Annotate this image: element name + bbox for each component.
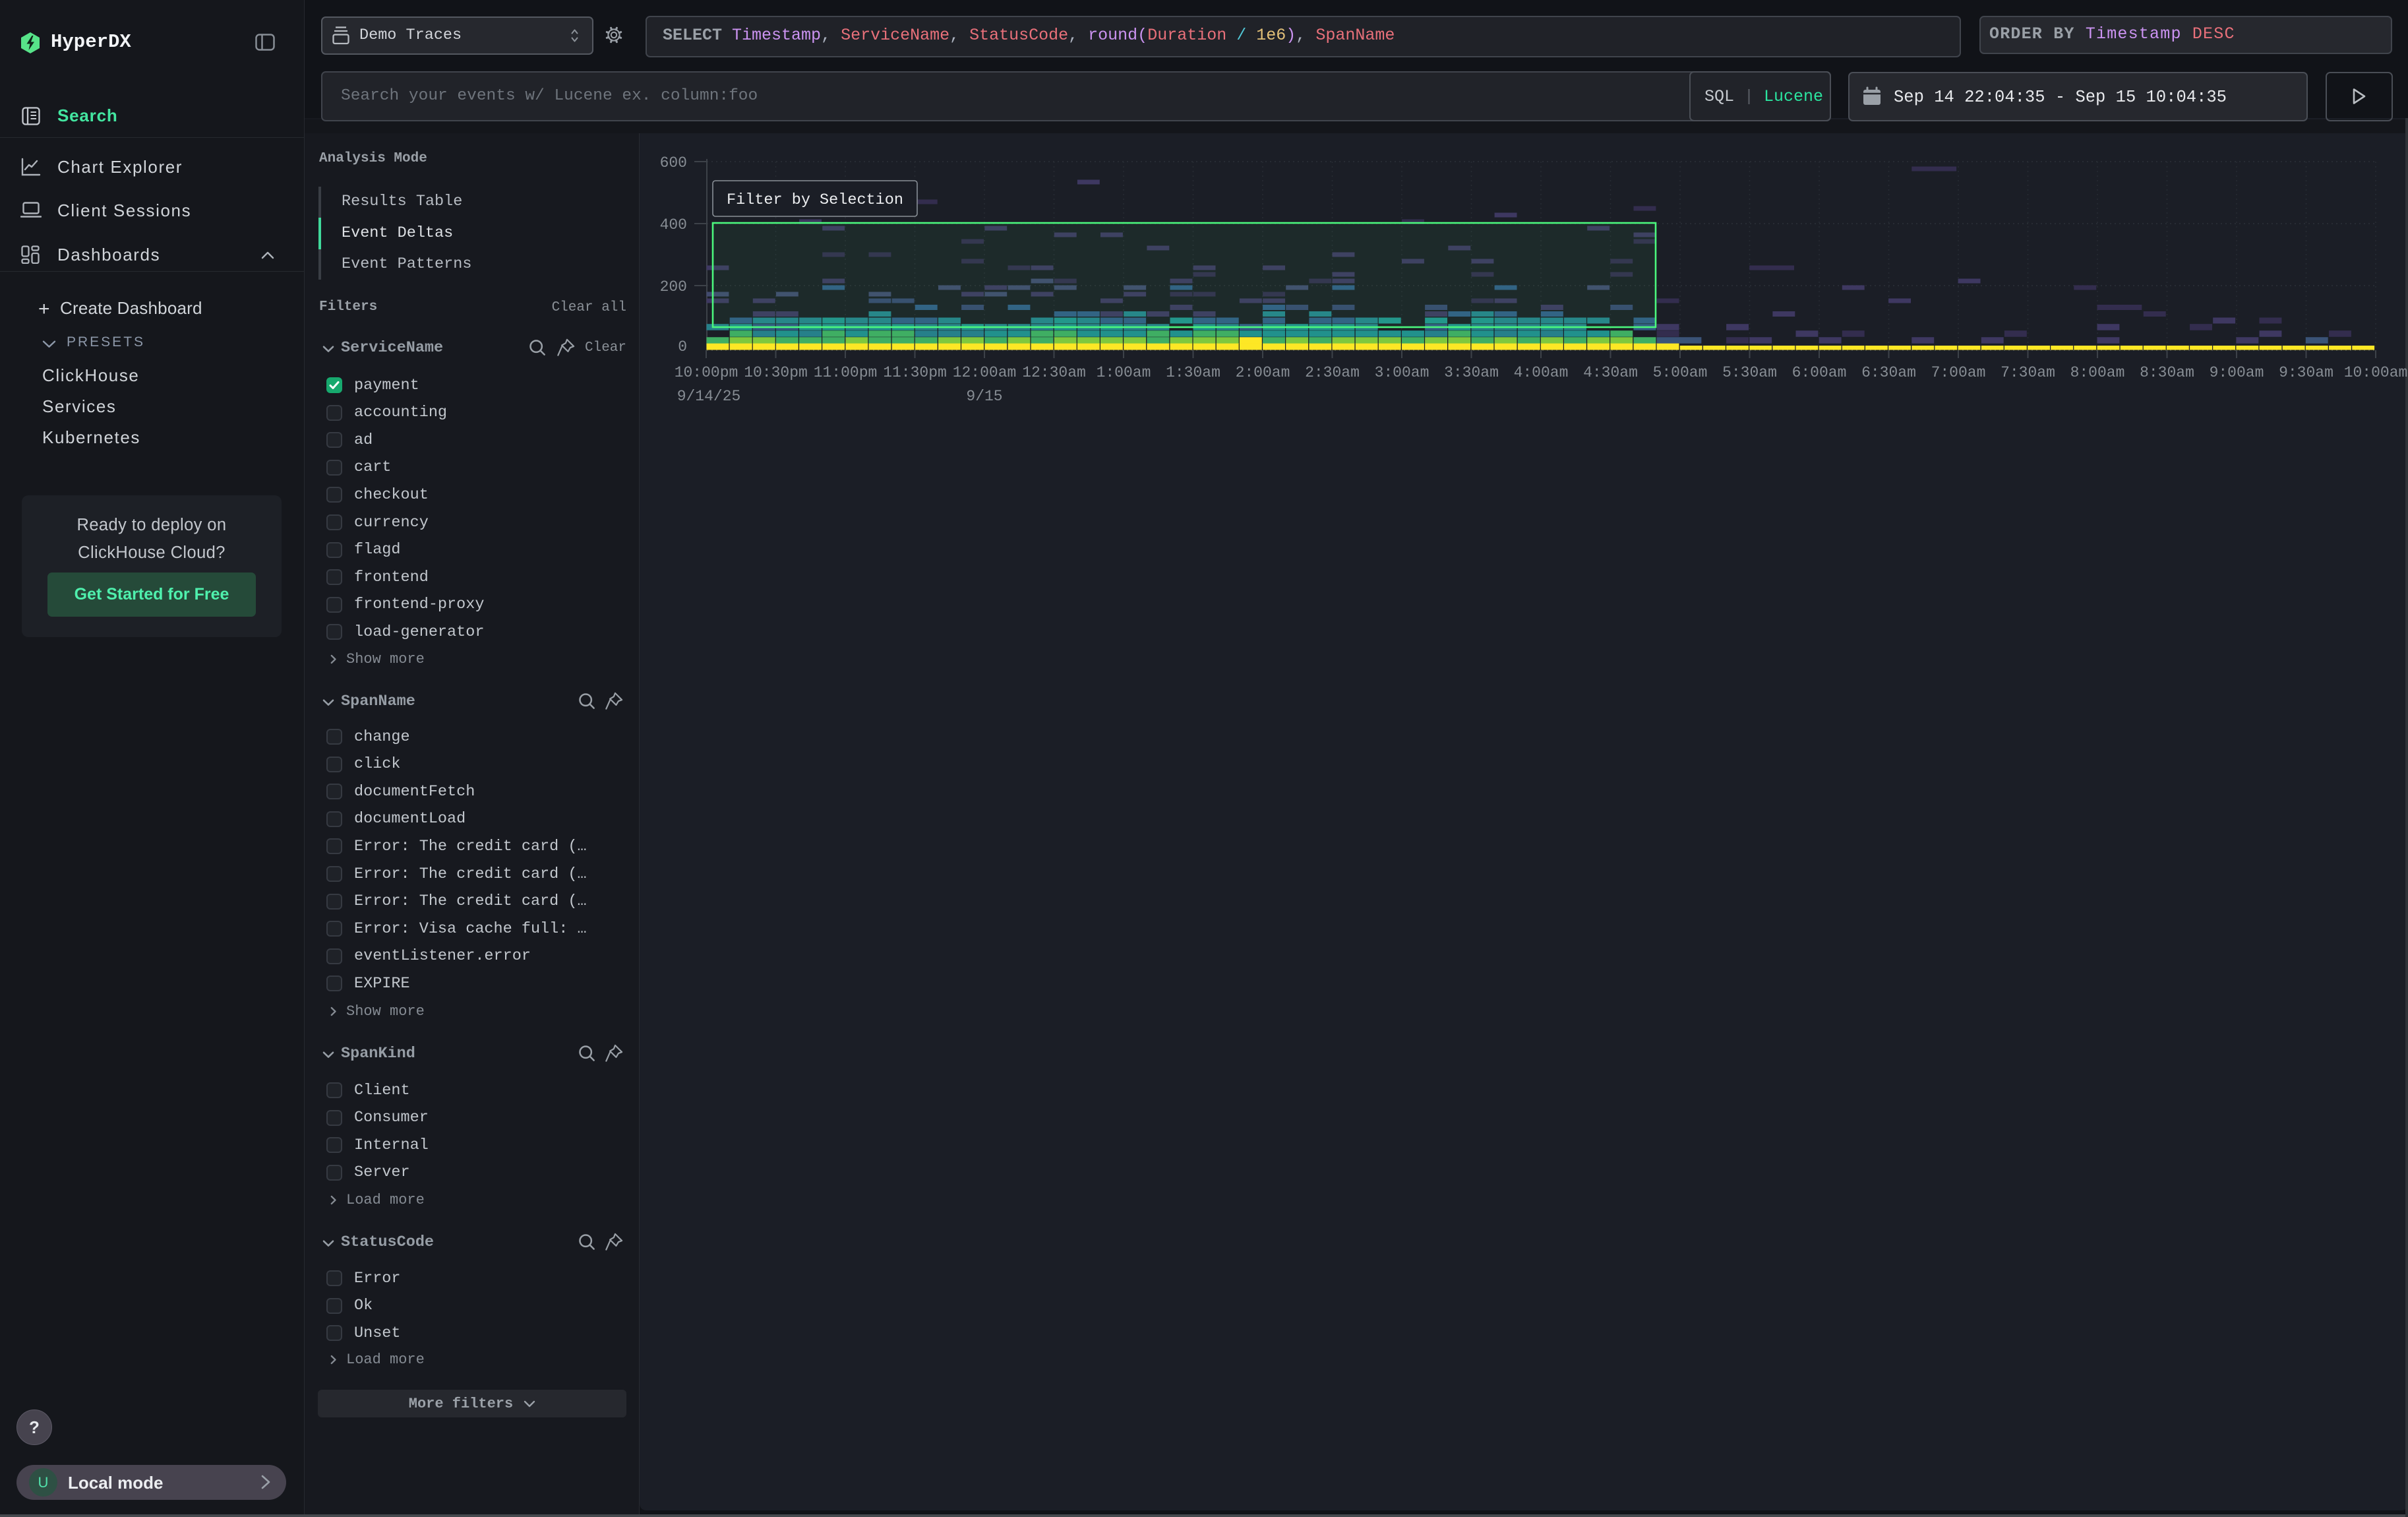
- svg-text:1:00am: 1:00am: [1097, 364, 1151, 381]
- svg-text:12:00am: 12:00am: [953, 364, 1017, 381]
- svg-text:4:30am: 4:30am: [1583, 364, 1638, 381]
- svg-text:6:30am: 6:30am: [1861, 364, 1916, 381]
- svg-text:8:30am: 8:30am: [2140, 364, 2194, 381]
- svg-text:3:30am: 3:30am: [1444, 364, 1499, 381]
- svg-text:7:00am: 7:00am: [1931, 364, 1986, 381]
- svg-text:5:00am: 5:00am: [1653, 364, 1708, 381]
- svg-text:400: 400: [660, 216, 687, 233]
- svg-text:4:00am: 4:00am: [1514, 364, 1569, 381]
- svg-text:9/14/25: 9/14/25: [677, 388, 741, 405]
- svg-text:Filter by Selection: Filter by Selection: [727, 191, 903, 209]
- svg-text:9:00am: 9:00am: [2210, 364, 2264, 381]
- svg-text:12:30am: 12:30am: [1022, 364, 1086, 381]
- svg-text:600: 600: [660, 154, 687, 171]
- svg-text:200: 200: [660, 278, 687, 295]
- svg-text:10:00am: 10:00am: [2344, 364, 2408, 381]
- svg-text:11:30pm: 11:30pm: [883, 364, 947, 381]
- svg-text:3:00am: 3:00am: [1375, 364, 1430, 381]
- svg-text:11:00pm: 11:00pm: [814, 364, 878, 381]
- svg-text:2:30am: 2:30am: [1305, 364, 1360, 381]
- svg-text:1:30am: 1:30am: [1166, 364, 1220, 381]
- svg-text:10:30pm: 10:30pm: [744, 364, 808, 381]
- svg-text:10:00pm: 10:00pm: [675, 364, 738, 381]
- svg-text:2:00am: 2:00am: [1236, 364, 1290, 381]
- svg-text:6:00am: 6:00am: [1792, 364, 1847, 381]
- svg-text:8:00am: 8:00am: [2070, 364, 2125, 381]
- svg-text:9:30am: 9:30am: [2279, 364, 2333, 381]
- svg-text:9/15: 9/15: [966, 388, 1002, 405]
- svg-text:5:30am: 5:30am: [1722, 364, 1777, 381]
- svg-text:7:30am: 7:30am: [2001, 364, 2055, 381]
- svg-text:0: 0: [678, 338, 687, 356]
